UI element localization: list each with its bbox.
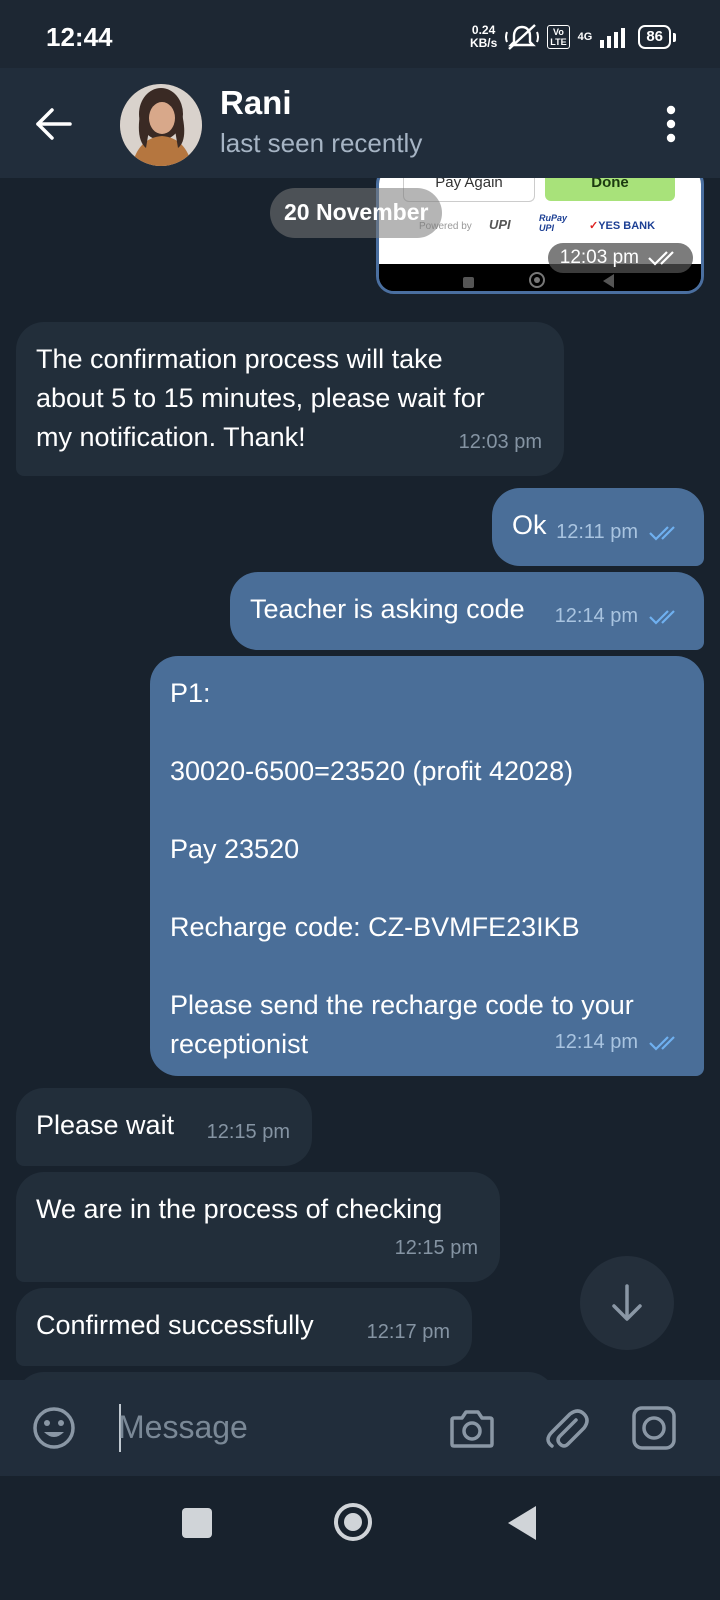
message-bubble[interactable]: Teacher is asking code 12:14 pm — [230, 572, 704, 650]
network-speed: 0.24 KB/s — [469, 23, 498, 50]
camera-icon[interactable] — [448, 1404, 496, 1452]
network-type: 4G — [577, 31, 593, 43]
signal-icon — [600, 28, 626, 48]
scroll-down-button[interactable] — [580, 1256, 674, 1350]
double-check-icon — [649, 1035, 675, 1051]
message-text: We are in the process of checking — [36, 1194, 443, 1224]
upi-logo: UPI — [489, 217, 511, 232]
message-bubble[interactable]: Ok 12:11 pm — [492, 488, 704, 566]
double-check-icon — [649, 609, 675, 625]
image-time: 12:03 pm — [547, 243, 693, 273]
video-message-icon[interactable] — [630, 1404, 678, 1452]
message-bubble[interactable]: P1: 30020-6500=23520 (profit 42028) Pay … — [150, 656, 704, 1076]
chat-header: Rani last seen recently — [0, 68, 720, 178]
attach-icon[interactable] — [542, 1404, 590, 1452]
battery-level: 86 — [638, 25, 671, 49]
message-time: 12:15 pm — [206, 1121, 290, 1143]
home-icon[interactable] — [333, 1502, 373, 1542]
yes-bank-logo: ✓YES BANK — [589, 220, 656, 232]
done-label: Done — [545, 178, 675, 201]
message-bubble[interactable]: Please wait 12:15 pm — [16, 1088, 312, 1166]
chat-area: Pay Again Done Powered by UPI RuPay UPI … — [0, 178, 720, 1408]
contact-status: last seen recently — [220, 128, 423, 158]
avatar-image — [120, 84, 202, 166]
message-bubble[interactable]: Confirmed successfully 12:17 pm — [16, 1288, 472, 1366]
message-time: 12:14 pm — [554, 605, 638, 627]
message-time: 12:03 pm — [458, 431, 542, 453]
message-text: P1: 30020-6500=23520 (profit 42028) Pay … — [170, 678, 634, 1059]
avatar[interactable] — [120, 84, 202, 166]
date-divider: 20 November — [270, 188, 443, 238]
status-bar: 12:44 0.24 KB/s Vo LTE 4G 86 — [0, 0, 720, 68]
volte-badge: Vo LTE — [547, 25, 570, 49]
back-nav-icon[interactable] — [508, 1506, 536, 1540]
contact-name[interactable]: Rani — [220, 84, 292, 122]
double-check-icon — [649, 525, 675, 541]
system-nav-bar — [0, 1476, 720, 1600]
message-time: 12:15 pm — [394, 1237, 478, 1259]
message-input-bar — [0, 1380, 720, 1476]
mute-bell-icon — [505, 24, 540, 50]
message-bubble[interactable]: The confirmation process will take about… — [16, 322, 564, 476]
recents-icon[interactable] — [182, 1508, 212, 1538]
back-arrow-icon[interactable] — [34, 104, 74, 144]
status-icons: 0.24 KB/s Vo LTE 4G 86 — [470, 22, 676, 52]
arrow-down-icon — [612, 1284, 642, 1321]
message-time: 12:11 pm — [556, 521, 638, 543]
emoji-icon[interactable] — [32, 1406, 76, 1450]
message-bubble[interactable]: We are in the process of checking 12:15 … — [16, 1172, 500, 1282]
rupay-logo: RuPay UPI — [539, 213, 568, 233]
message-input[interactable] — [118, 1402, 418, 1452]
message-time: 12:17 pm — [366, 1321, 450, 1343]
menu-dots-icon[interactable] — [664, 104, 678, 144]
double-check-icon — [648, 251, 674, 266]
status-time: 12:44 — [46, 22, 113, 52]
battery-icon: 86 — [638, 25, 676, 49]
message-time: 12:14 pm — [554, 1031, 638, 1053]
